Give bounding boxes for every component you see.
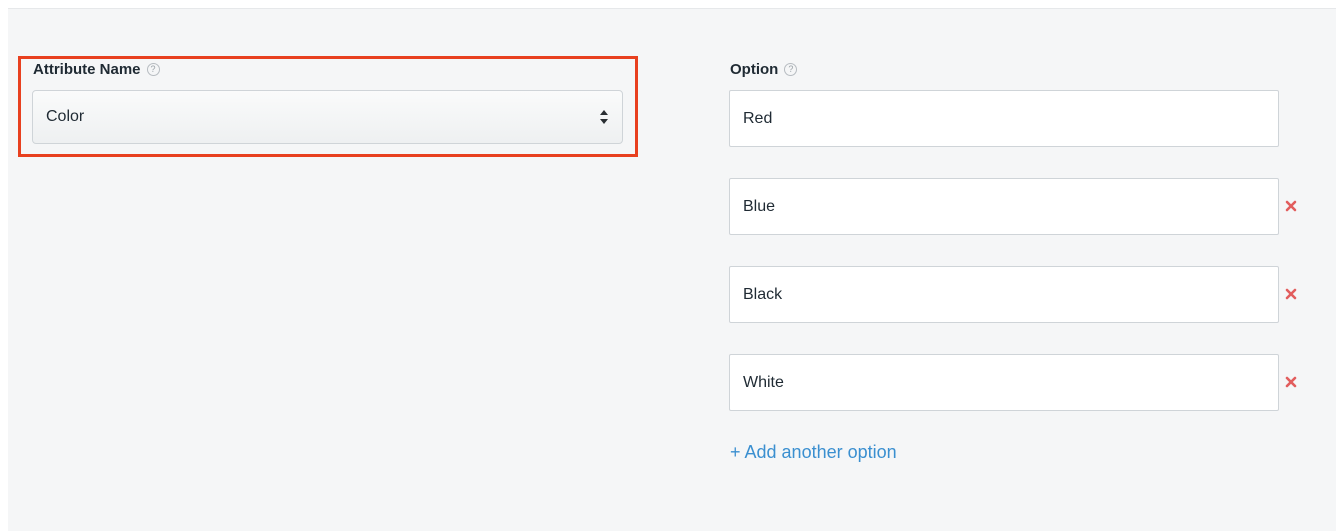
option-input-3[interactable] [729,266,1279,323]
remove-x-icon[interactable] [1284,199,1298,213]
attribute-name-select[interactable]: Color [32,90,623,144]
add-another-option-link[interactable]: + Add another option [730,442,897,463]
option-label: Option ? [730,61,798,78]
option-input-4[interactable] [729,354,1279,411]
remove-x-icon[interactable] [1284,287,1298,301]
question-circle-icon[interactable]: ? [784,63,798,76]
option-label-text: Option [730,61,779,78]
attribute-name-selected-value: Color [46,108,85,125]
attribute-name-label-text: Attribute Name [33,61,141,78]
attribute-name-label: Attribute Name ? [33,61,160,78]
option-input-1[interactable] [729,90,1279,147]
option-input-2[interactable] [729,178,1279,235]
remove-x-icon[interactable] [1284,375,1298,389]
sort-arrows-icon [600,110,608,124]
question-circle-icon[interactable]: ? [146,63,160,76]
